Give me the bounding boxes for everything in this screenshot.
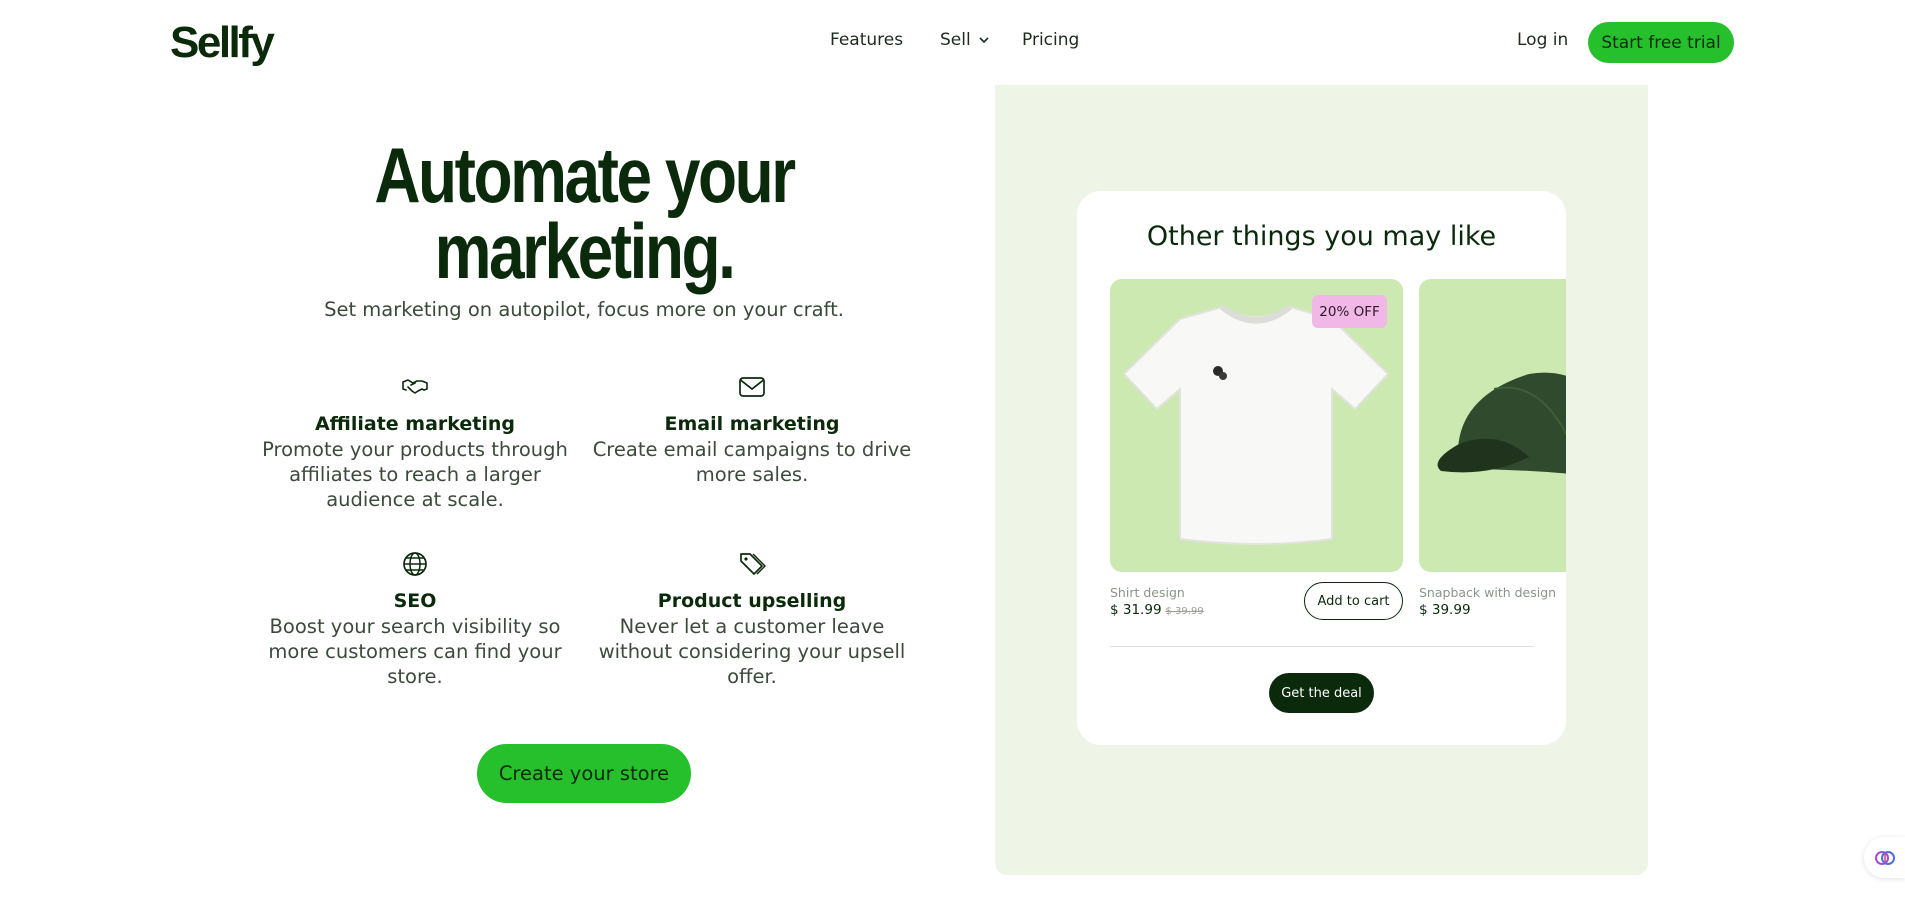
get-the-deal-button[interactable]: Get the deal: [1269, 673, 1374, 713]
envelope-icon: [739, 377, 765, 397]
cap-image: [1437, 372, 1566, 474]
nav-pricing[interactable]: Pricing: [1022, 30, 1079, 50]
feature-description: Promote your products through affiliates…: [262, 438, 568, 511]
divider: [1110, 646, 1534, 647]
feature-affiliate-marketing: Affiliate marketing Promote your product…: [250, 372, 580, 512]
create-store-button[interactable]: Create your store: [477, 744, 691, 803]
old-price: $ 39.99: [1165, 606, 1204, 617]
upsell-card-title: Other things you may like: [1146, 221, 1497, 252]
nav-sell[interactable]: Sell: [940, 30, 990, 50]
chevron-down-icon: [979, 37, 989, 44]
snapback-product-image[interactable]: [1419, 279, 1566, 572]
current-price: $ 31.99: [1110, 602, 1162, 618]
nav-sell-label: Sell: [940, 30, 971, 50]
globe-icon: [403, 552, 427, 576]
hero-title: Automate your marketing.: [310, 136, 858, 290]
hero-title-line1: Automate your: [374, 131, 796, 219]
feature-product-upselling: Product upselling Never let a customer l…: [587, 549, 917, 689]
brain-icon: [1874, 850, 1895, 865]
hero-subtitle: Set marketing on autopilot, focus more o…: [324, 298, 844, 321]
nav-features[interactable]: Features: [830, 30, 903, 50]
feature-title: Email marketing: [664, 413, 840, 435]
login-link[interactable]: Log in: [1517, 30, 1568, 50]
shirt-product-image[interactable]: 20% OFF: [1110, 279, 1403, 572]
handshake-icon: [402, 379, 428, 394]
feature-description: Never let a customer leave without consi…: [598, 615, 906, 688]
hero-title-line2: marketing.: [434, 207, 736, 295]
product-price: $ 31.99 $ 39.99: [1110, 602, 1204, 618]
product-price: $ 39.99: [1419, 602, 1471, 618]
add-to-cart-button[interactable]: Add to cart: [1304, 582, 1403, 620]
feature-title: Product upselling: [657, 590, 847, 612]
feature-email-marketing: Email marketing Create email campaigns t…: [587, 372, 917, 487]
upsell-card: Other things you may like 20% OFF Shirt …: [1077, 191, 1566, 745]
assistant-widget-button[interactable]: [1864, 837, 1905, 878]
feature-description: Boost your search visibility so more cus…: [268, 615, 562, 688]
product-name: Snapback with design: [1419, 585, 1557, 600]
tags-icon: [740, 553, 766, 575]
feature-description: Create email campaigns to drive more sal…: [592, 438, 912, 486]
logo[interactable]: Sellfy: [170, 18, 275, 68]
start-free-trial-button[interactable]: Start free trial: [1588, 22, 1734, 63]
feature-title: SEO: [393, 590, 437, 612]
feature-title: Affiliate marketing: [314, 413, 516, 435]
product-name: Shirt design: [1110, 585, 1185, 600]
feature-seo: SEO Boost your search visibility so more…: [250, 549, 580, 689]
discount-badge: 20% OFF: [1312, 295, 1387, 328]
